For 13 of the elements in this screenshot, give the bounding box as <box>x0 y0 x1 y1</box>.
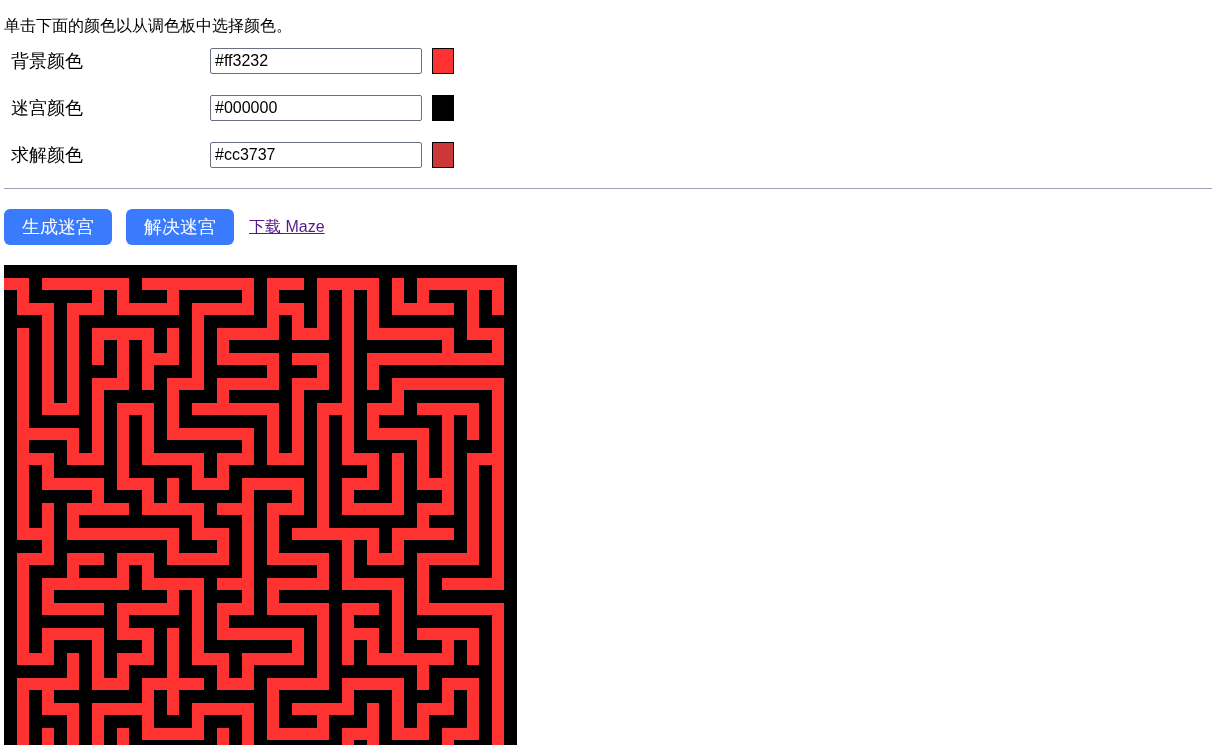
color-swatch[interactable] <box>432 48 454 74</box>
color-swatch[interactable] <box>432 95 454 121</box>
download-link[interactable]: 下载 Maze <box>249 215 325 239</box>
color-label: 求解颜色 <box>11 144 84 167</box>
color-swatch[interactable] <box>432 142 454 168</box>
instructions-text: 单击下面的颜色以从调色板中选择颜色。 <box>4 16 293 36</box>
maze-button[interactable]: 生成迷宫 <box>4 209 112 245</box>
color-hex-field[interactable]: #cc3737 <box>210 142 422 168</box>
color-hex-field[interactable]: #000000 <box>210 95 422 121</box>
color-label: 迷宫颜色 <box>11 97 84 120</box>
color-hex-field[interactable]: #ff3232 <box>210 48 422 74</box>
color-label: 背景颜色 <box>11 50 84 73</box>
maze-button[interactable]: 解决迷宫 <box>126 209 234 245</box>
